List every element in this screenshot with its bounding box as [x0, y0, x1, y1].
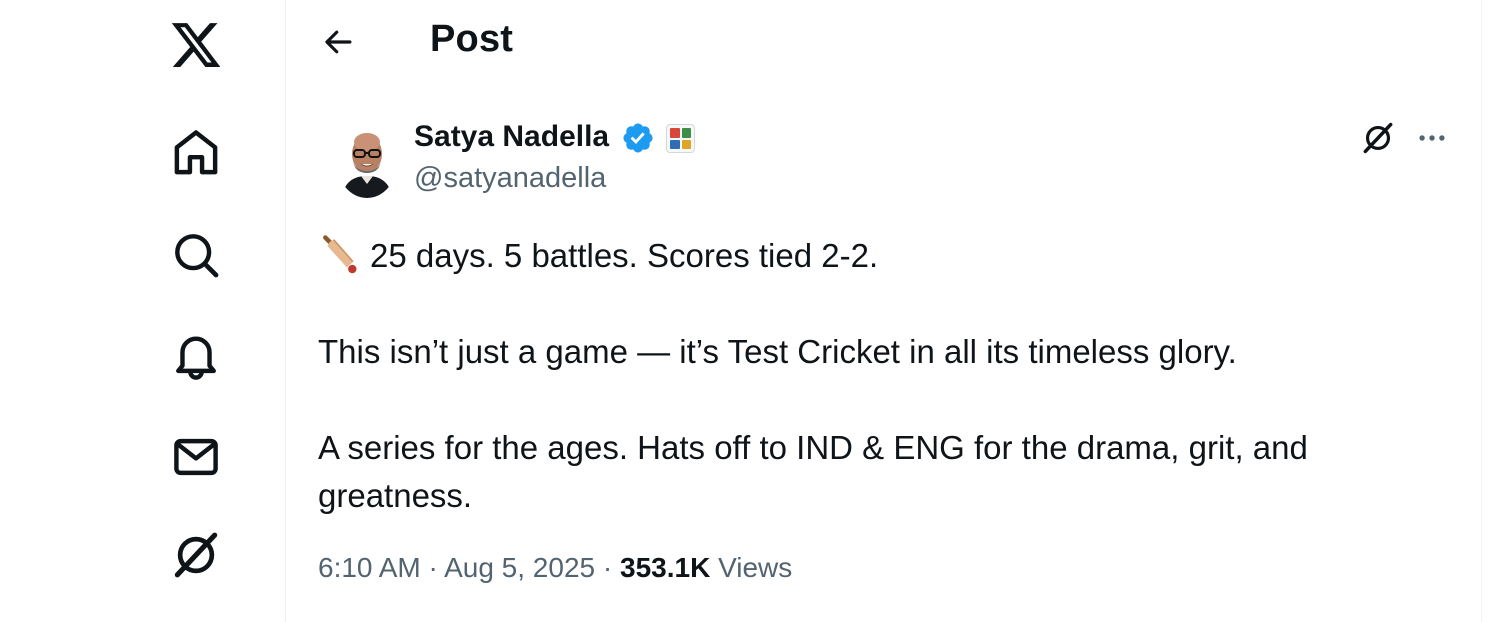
post-date[interactable]: Aug 5, 2025	[444, 552, 595, 583]
more-options-button[interactable]	[1410, 116, 1454, 160]
arrow-left-icon	[325, 30, 352, 54]
separator: ·	[602, 552, 613, 583]
home-icon[interactable]	[166, 123, 226, 183]
post-paragraph-3: A series for the ages. Hats off to IND &…	[318, 429, 1308, 514]
grok-icon	[1363, 122, 1393, 154]
post-time[interactable]: 6:10 AM	[318, 552, 421, 583]
views-count: 353.1K	[620, 552, 711, 583]
back-button[interactable]	[314, 18, 362, 66]
post-paragraph-2: This isn’t just a game — it’s Test Crick…	[318, 333, 1237, 370]
sidebar-nav	[0, 0, 286, 622]
post-text: 25 days. 5 battles. Scores tied 2-2. Thi…	[318, 232, 1418, 520]
views-label: Views	[718, 552, 793, 583]
author-name[interactable]: Satya Nadella	[414, 120, 609, 154]
post-metadata: 6:10 AM · Aug 5, 2025 · 353.1K Views	[318, 552, 792, 584]
notifications-bell-icon[interactable]	[166, 325, 226, 385]
messages-mail-icon[interactable]	[166, 427, 226, 487]
post-line-1: 25 days. 5 battles. Scores tied 2-2.	[370, 237, 879, 274]
avatar[interactable]	[336, 122, 398, 198]
page-title: Post	[430, 18, 514, 60]
more-dots-icon	[1419, 135, 1445, 141]
post-paragraph-1: 25 days. 5 battles. Scores tied 2-2.	[318, 232, 1418, 280]
grok-icon[interactable]	[166, 525, 226, 585]
verified-badge-icon[interactable]	[621, 121, 655, 155]
search-icon[interactable]	[166, 225, 226, 285]
grok-button[interactable]	[1356, 116, 1400, 160]
x-logo-icon[interactable]	[166, 15, 226, 75]
separator: ·	[428, 552, 438, 583]
affiliate-badge-icon[interactable]	[666, 124, 695, 153]
post-detail-column: Post Satya Nadella @satyanadella 25 days…	[286, 0, 1482, 622]
cricket-bat-icon	[323, 235, 357, 274]
author-handle[interactable]: @satyanadella	[414, 162, 606, 195]
